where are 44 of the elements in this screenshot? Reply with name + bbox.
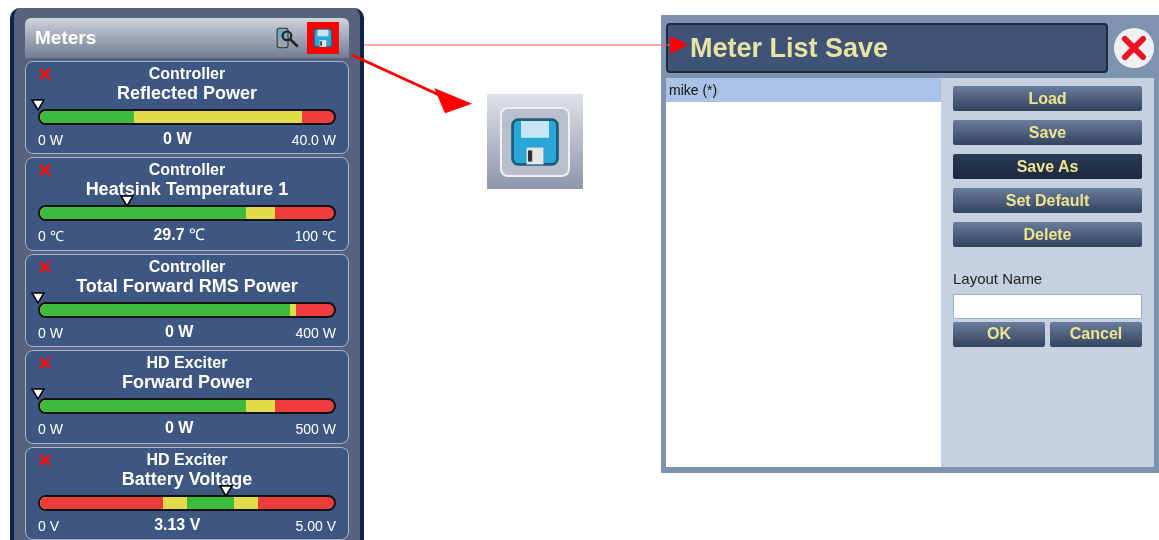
dialog-button[interactable]: Delete [953,222,1142,247]
meter-min: 0 ℃ [38,227,64,247]
meter-name: Reflected Power [116,82,257,103]
meter-max: 5.00 V [295,516,336,536]
meter-min: 0 V [38,516,59,536]
close-icon [1121,35,1147,61]
meter-min: 0 W [38,420,63,440]
meter-name: Battery Voltage [121,468,253,489]
meter-name: Heatsink Temperature 1 [85,179,289,200]
dialog-button[interactable]: Save As [953,154,1142,179]
remove-icon[interactable] [38,259,52,274]
dialog-title: Meter List Save [690,31,889,65]
meter-min: 0 W [38,323,63,343]
meter-value: 0 W [165,321,194,342]
dialog-button[interactable]: OK [953,321,1045,347]
meter-max: 40.0 W [291,130,336,150]
layout-name-field[interactable] [953,293,1142,319]
meter-group: Controller [148,64,226,83]
meter-max: 100 ℃ [294,227,336,247]
dialog-button[interactable]: Cancel [1050,321,1142,347]
meter-value: 0 W [165,418,194,439]
remove-icon[interactable] [38,66,52,81]
meter-group: Controller [148,257,226,276]
dialog-button[interactable]: Load [953,86,1142,111]
meter-name: Forward Power [122,372,252,393]
field-label: Layout Name [953,269,1044,289]
meter-value: 29.7 ℃ [153,225,205,246]
meter-group: HD Exciter [146,450,228,469]
meter-max: 400 W [295,323,336,343]
meter-max: 500 W [295,420,336,440]
dialog-button[interactable]: Set Default [953,188,1142,213]
meter-value: 3.13 V [154,514,201,535]
meter-min: 0 W [38,130,63,150]
layout-list-item[interactable]: mike (*) [666,78,941,102]
close-button[interactable] [1114,28,1154,68]
remove-icon[interactable] [38,356,52,371]
remove-icon[interactable] [38,163,52,178]
meter-value: 0 W [163,128,192,149]
remove-icon[interactable] [38,452,52,467]
meter-group: HD Exciter [146,354,228,373]
panel-title: Meters [35,25,97,50]
dialog-button[interactable]: Save [953,120,1142,145]
meter-group: Controller [148,161,226,180]
meter-name: Total Forward RMS Power [76,275,298,296]
